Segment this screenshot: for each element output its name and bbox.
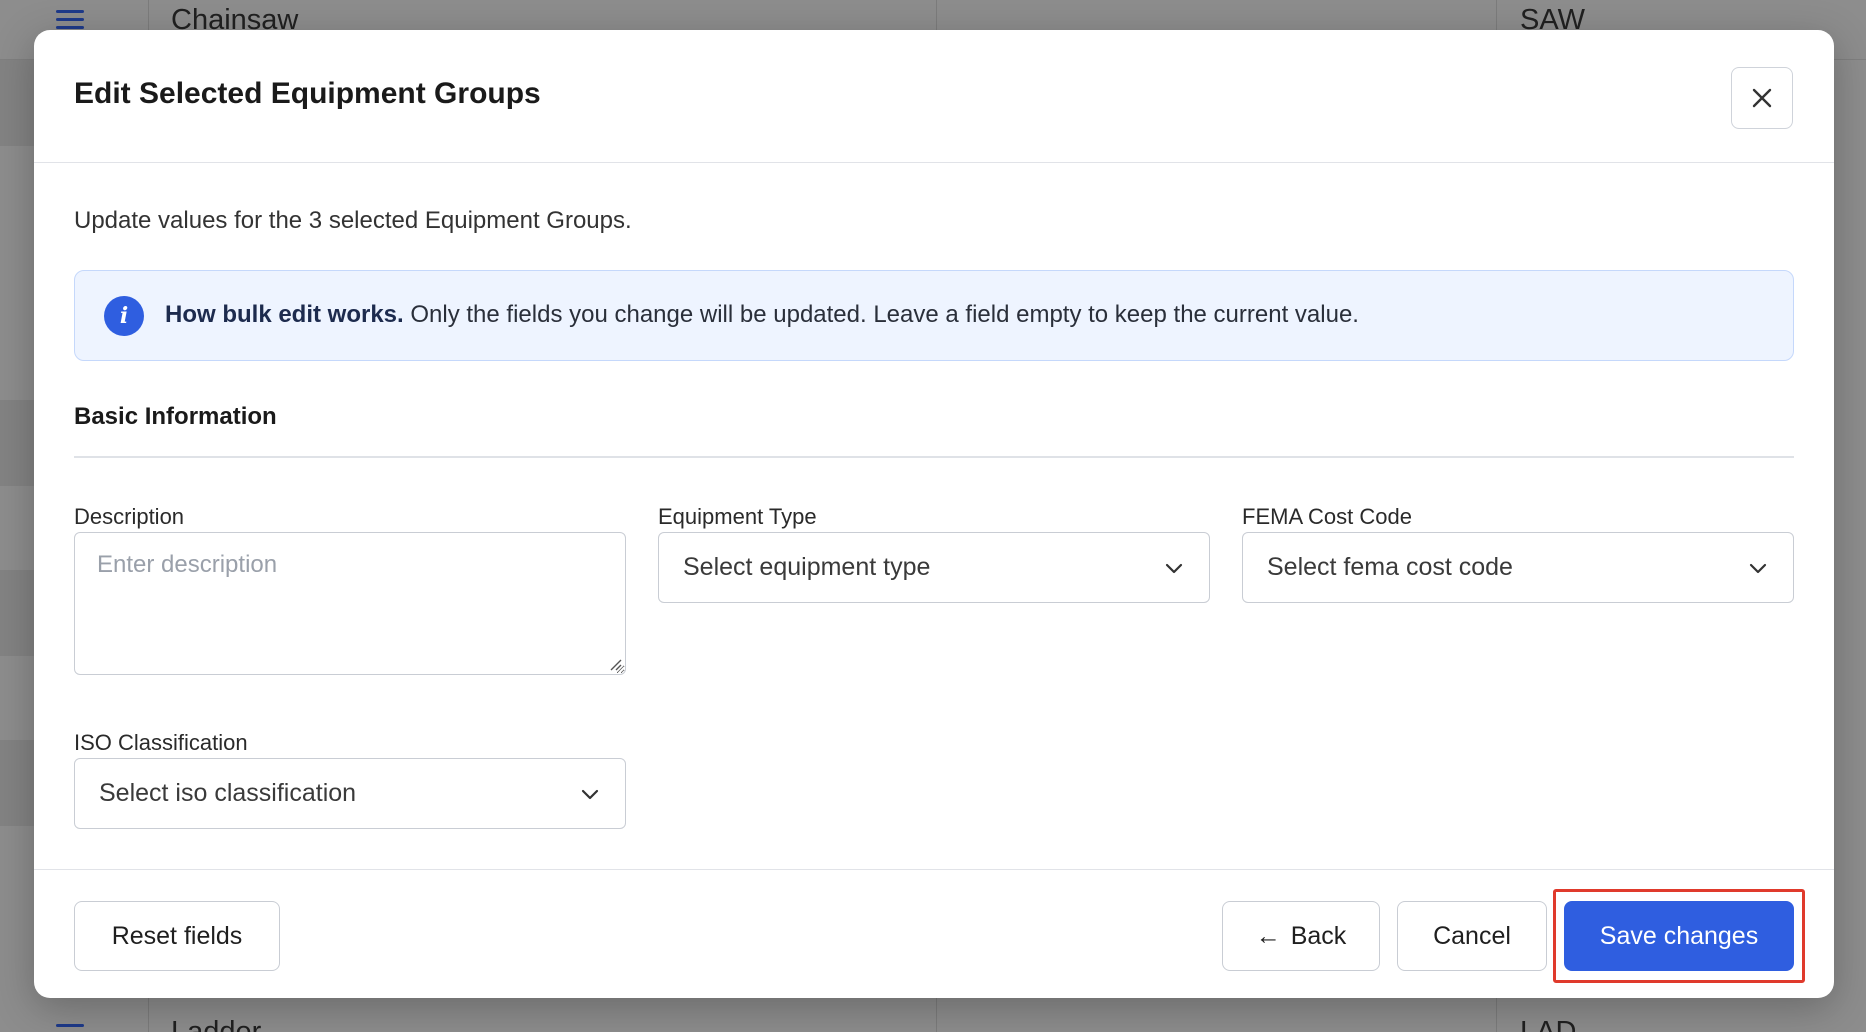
iso-classification-select[interactable]: Select iso classification xyxy=(74,758,626,829)
equipment-type-select[interactable]: Select equipment type xyxy=(658,532,1210,603)
modal-title: Edit Selected Equipment Groups xyxy=(74,77,541,110)
equipment-type-label: Equipment Type xyxy=(658,504,817,529)
table-cell-name: Ladder xyxy=(171,1016,262,1032)
back-button[interactable]: ← Back xyxy=(1222,901,1380,971)
chevron-down-icon xyxy=(581,789,599,799)
fema-cost-code-value: Select fema cost code xyxy=(1267,553,1513,581)
back-button-label: Back xyxy=(1290,921,1347,950)
row-stripe xyxy=(0,60,34,146)
section-divider xyxy=(74,456,1794,458)
arrow-left-icon: ← xyxy=(1255,921,1281,950)
table-cell-code: LAD xyxy=(1520,1016,1577,1032)
info-callout: i How bulk edit works. Only the fields y… xyxy=(74,270,1794,361)
modal-header: Edit Selected Equipment Groups xyxy=(34,30,1834,163)
fema-cost-code-select[interactable]: Select fema cost code xyxy=(1242,532,1794,603)
info-icon: i xyxy=(104,296,144,336)
modal-intro-text: Update values for the 3 selected Equipme… xyxy=(74,207,632,234)
section-title-basic-information: Basic Information xyxy=(74,403,277,430)
close-icon xyxy=(1752,88,1772,108)
close-button[interactable] xyxy=(1731,67,1793,129)
row-stripe xyxy=(0,400,34,486)
fema-cost-code-label: FEMA Cost Code xyxy=(1242,504,1412,529)
reset-fields-button[interactable]: Reset fields xyxy=(74,901,280,971)
info-bold-text: How bulk edit works. xyxy=(165,301,404,328)
iso-classification-label: ISO Classification xyxy=(74,730,248,755)
info-text: How bulk edit works. Only the fields you… xyxy=(165,301,1359,329)
row-stripe xyxy=(0,740,34,826)
info-body-text: Only the fields you change will be updat… xyxy=(403,301,1359,328)
chevron-down-icon xyxy=(1749,563,1767,573)
table-row: Ladder LAD xyxy=(0,1010,1866,1032)
menu-icon xyxy=(56,10,84,32)
modal-footer: Reset fields ← Back Cancel Save changes xyxy=(34,869,1834,998)
description-label: Description xyxy=(74,504,185,529)
cancel-button[interactable]: Cancel xyxy=(1397,901,1547,971)
row-stripe xyxy=(0,570,34,656)
save-changes-button[interactable]: Save changes xyxy=(1564,901,1794,971)
edit-equipment-groups-modal: Edit Selected Equipment Groups Update va… xyxy=(34,30,1834,998)
chevron-down-icon xyxy=(1165,563,1183,573)
description-input[interactable] xyxy=(74,532,626,675)
menu-icon xyxy=(56,1024,84,1032)
iso-classification-value: Select iso classification xyxy=(99,779,357,807)
equipment-type-value: Select equipment type xyxy=(683,553,931,581)
